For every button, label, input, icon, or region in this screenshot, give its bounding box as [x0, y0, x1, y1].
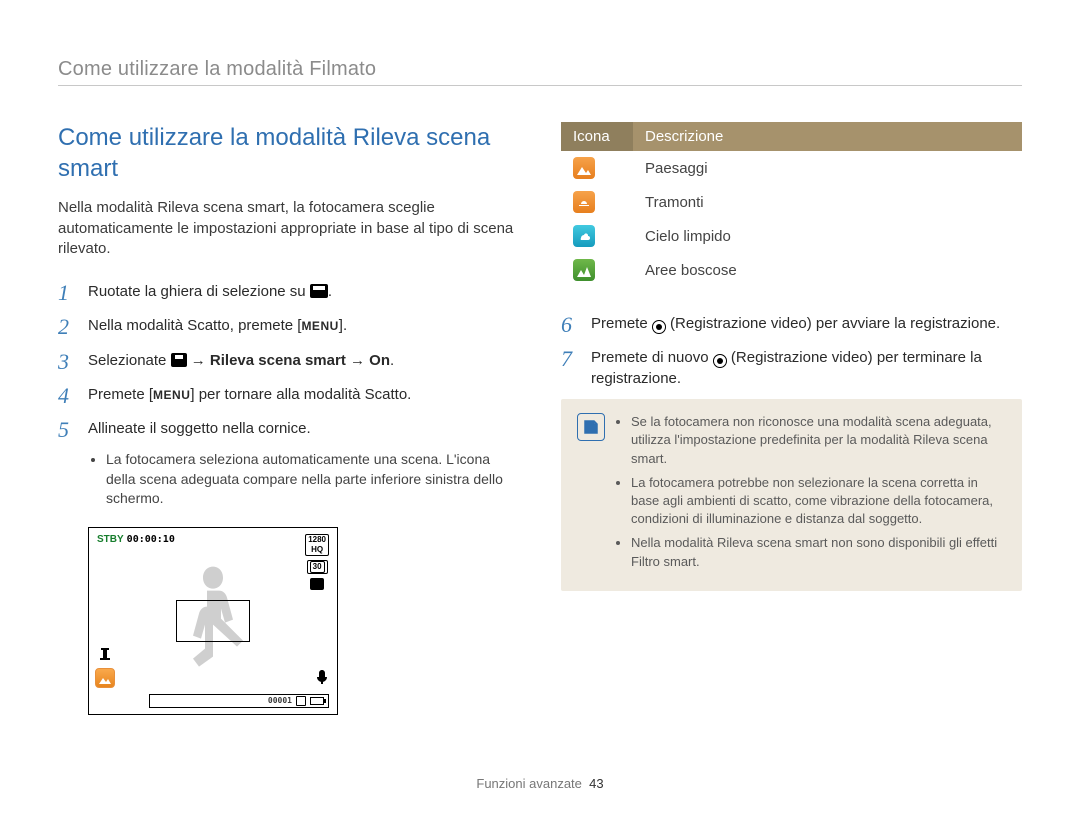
table-cell-icon: [561, 253, 633, 287]
manual-page: Come utilizzare la modalità Filmato Come…: [0, 0, 1080, 755]
landscape-scene-icon: [573, 157, 595, 179]
detected-scene-icon: [95, 668, 115, 688]
sky-scene-icon: [573, 225, 595, 247]
table-cell-desc: Cielo limpido: [633, 219, 1022, 253]
step-text: Premete (Registrazione video) per avviar…: [591, 313, 1000, 334]
hud-metering-icon: [310, 578, 324, 590]
step-number: 6: [561, 313, 579, 337]
steps-list-right: 6 Premete (Registrazione video) per avvi…: [561, 313, 1022, 389]
note-list: Se la fotocamera non riconosce una modal…: [617, 413, 1006, 577]
left-column: Come utilizzare la modalità Rileva scena…: [58, 122, 519, 715]
table-cell-desc: Paesaggi: [633, 151, 1022, 185]
step5-sub-item: La fotocamera seleziona automaticamente …: [106, 450, 519, 509]
record-button-icon: [713, 354, 727, 368]
hud-right-icons: 1280 HQ 30: [305, 534, 329, 590]
battery-icon: [310, 697, 324, 705]
table-cell-icon: [561, 219, 633, 253]
step-item: 4 Premete [MENU] per tornare alla modali…: [58, 384, 519, 408]
movie-menu-icon: [171, 353, 187, 367]
step-item: 2 Nella modalità Scatto, premete [MENU].: [58, 315, 519, 339]
step-number: 5: [58, 418, 76, 442]
hud-fps-icon: 30: [307, 560, 328, 574]
note-item: Se la fotocamera non riconosce una modal…: [631, 413, 1006, 468]
step-text: Premete di nuovo (Registrazione video) p…: [591, 347, 1022, 389]
stby-indicator: STBY00:00:10: [97, 534, 175, 545]
step-item: 7 Premete di nuovo (Registrazione video)…: [561, 347, 1022, 389]
table-row: Paesaggi: [561, 151, 1022, 185]
record-button-icon: [652, 320, 666, 334]
step-item: 5 Allineate il soggetto nella cornice.: [58, 418, 519, 442]
step-text: Nella modalità Scatto, premete [MENU].: [88, 315, 347, 336]
table-cell-icon: [561, 151, 633, 185]
note-item: Nella modalità Rileva scena smart non so…: [631, 534, 1006, 570]
step-item: 3 Selezionate → Rileva scena smart → On.: [58, 350, 519, 374]
note-box: Se la fotocamera non riconosce una modal…: [561, 399, 1022, 591]
step-text: Ruotate la ghiera di selezione su .: [88, 281, 332, 302]
step5-sublist: La fotocamera seleziona automaticamente …: [88, 450, 519, 509]
note-icon: [577, 413, 605, 441]
step-number: 7: [561, 347, 579, 371]
right-column: Icona Descrizione Paesaggi Tramonti Ciel…: [561, 122, 1022, 715]
table-row: Tramonti: [561, 185, 1022, 219]
hud-bottom-bar: 00001: [149, 694, 329, 708]
step-text: Selezionate → Rileva scena smart → On.: [88, 350, 394, 371]
menu-button-icon: MENU: [153, 387, 190, 404]
focus-frame: [176, 600, 250, 642]
step-number: 4: [58, 384, 76, 408]
step-number: 3: [58, 350, 76, 374]
intro-paragraph: Nella modalità Rileva scena smart, la fo…: [58, 198, 519, 259]
header-rule: [58, 85, 1022, 86]
scene-icon-table: Icona Descrizione Paesaggi Tramonti Ciel…: [561, 122, 1022, 287]
sunset-scene-icon: [573, 191, 595, 213]
page-title: Come utilizzare la modalità Rileva scena…: [58, 122, 519, 184]
table-cell-desc: Tramonti: [633, 185, 1022, 219]
step-item: 6 Premete (Registrazione video) per avvi…: [561, 313, 1022, 337]
menu-button-icon: MENU: [301, 318, 338, 335]
two-column-layout: Come utilizzare la modalità Rileva scena…: [58, 122, 1022, 715]
hud-mic-icon: [315, 669, 329, 688]
page-footer: Funzioni avanzate 43: [0, 776, 1080, 791]
table-head-desc: Descrizione: [633, 122, 1022, 151]
sd-card-icon: [296, 696, 306, 706]
step-text: Allineate il soggetto nella cornice.: [88, 418, 311, 439]
table-head-icon: Icona: [561, 122, 633, 151]
table-row: Cielo limpido: [561, 219, 1022, 253]
hud-resolution-icon: 1280 HQ: [305, 534, 329, 556]
step-number: 1: [58, 281, 76, 305]
movie-dial-icon: [310, 284, 328, 298]
table-cell-desc: Aree boscose: [633, 253, 1022, 287]
table-cell-icon: [561, 185, 633, 219]
forest-scene-icon: [573, 259, 595, 281]
step-item: 1 Ruotate la ghiera di selezione su .: [58, 281, 519, 305]
step-number: 2: [58, 315, 76, 339]
table-row: Aree boscose: [561, 253, 1022, 287]
stabilizer-icon: [97, 646, 113, 662]
page-section-header: Come utilizzare la modalità Filmato: [58, 58, 1022, 81]
camera-preview: STBY00:00:10 1280 HQ 30: [88, 527, 338, 715]
steps-list-left: 1 Ruotate la ghiera di selezione su . 2 N…: [58, 281, 519, 442]
note-item: La fotocamera potrebbe non selezionare l…: [631, 474, 1006, 529]
footer-section-label: Funzioni avanzate: [476, 776, 582, 791]
step-text: Premete [MENU] per tornare alla modalità…: [88, 384, 411, 405]
footer-page-number: 43: [589, 776, 603, 791]
hud-left-bottom: [95, 646, 115, 688]
frame-counter: 00001: [268, 696, 292, 705]
